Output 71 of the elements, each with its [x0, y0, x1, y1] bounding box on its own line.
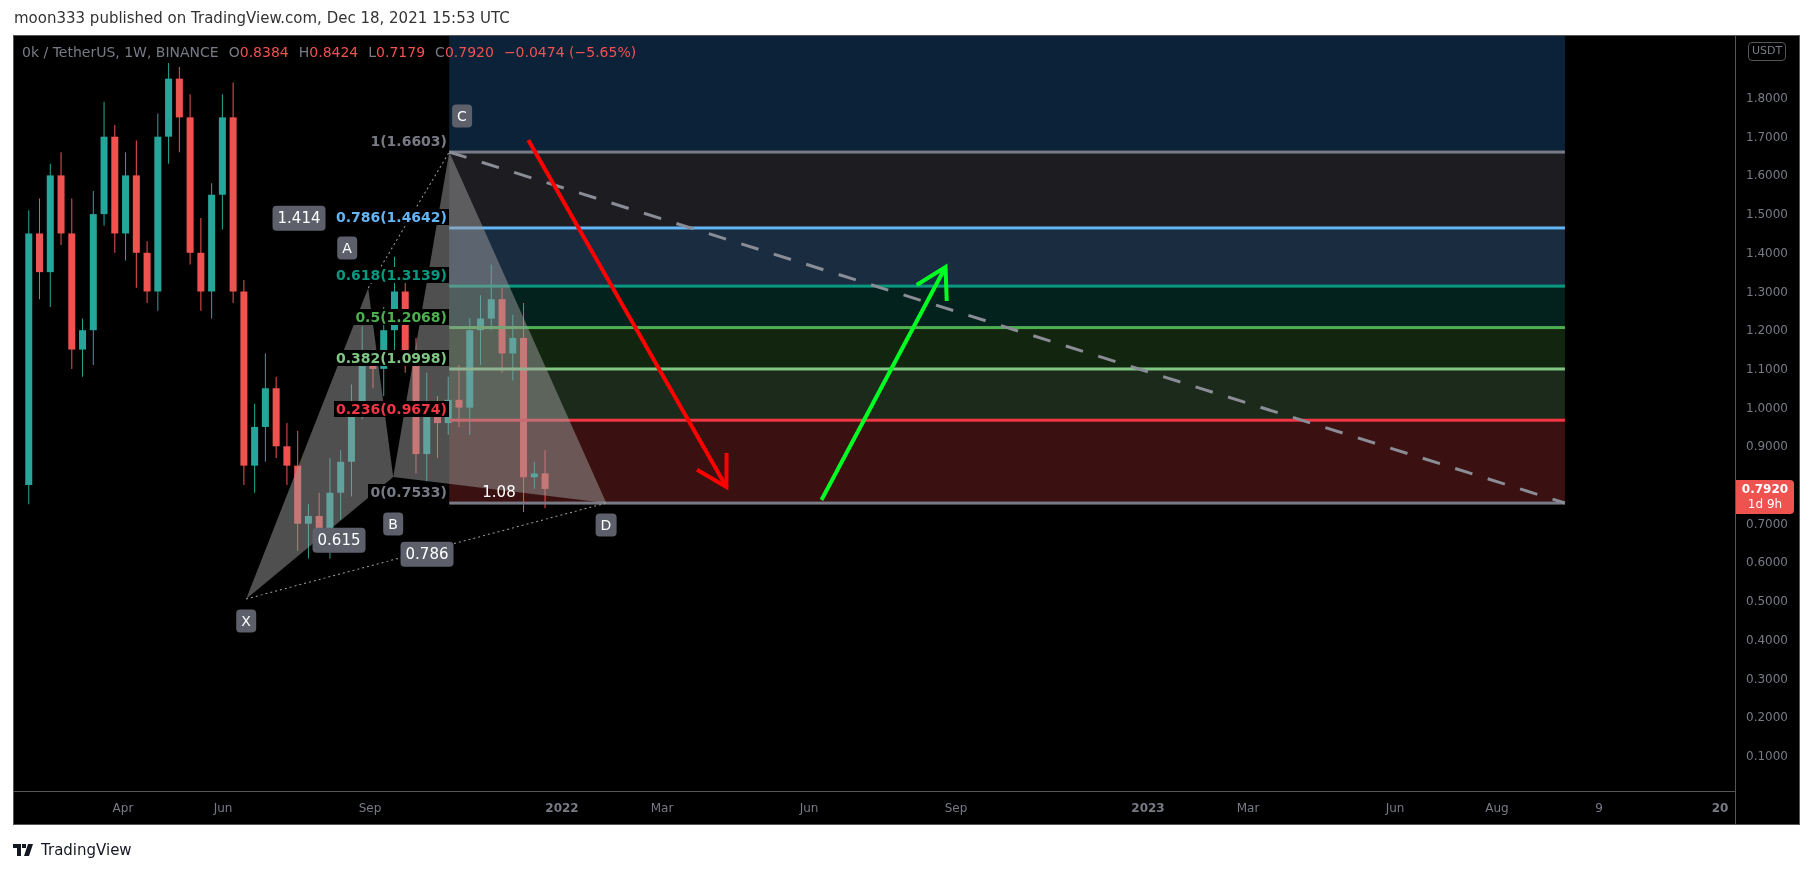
- candle: [541, 449, 549, 509]
- fib-level-label: 0.5(1.2068): [353, 308, 449, 325]
- time-axis-label: Apr: [112, 800, 134, 817]
- price-axis-label: 0.3000: [1746, 670, 1788, 688]
- candle: [79, 318, 87, 378]
- candle: [283, 422, 291, 486]
- ratio-label: 1.414: [272, 205, 326, 231]
- candle: [304, 503, 312, 560]
- time-axis-label: Sep: [944, 800, 968, 817]
- fib-level-label: 0.382(1.0998): [333, 349, 449, 366]
- candle: [509, 314, 517, 381]
- ohlc-key: L: [368, 42, 377, 63]
- time-axis-label: 2023: [1131, 800, 1165, 817]
- price-axis-label: 0.6000: [1746, 554, 1788, 572]
- price-axis-label: 1.3000: [1746, 283, 1788, 301]
- price-axis-label: 1.7000: [1746, 128, 1788, 146]
- ohlc-value: 0.8384: [239, 43, 289, 62]
- ohlc-key: C: [435, 42, 445, 63]
- pattern-point-label: A: [337, 236, 357, 260]
- pattern-point-label: C: [452, 104, 472, 128]
- price-axis-label: 0.7000: [1746, 515, 1788, 533]
- ohlc-value: 0.8424: [309, 43, 359, 62]
- time-axis-label: Sep: [358, 800, 382, 817]
- time-axis-label: Mar: [1236, 800, 1260, 817]
- price-axis-label: 1.4000: [1746, 244, 1788, 262]
- candle: [455, 364, 463, 428]
- candle: [143, 240, 151, 304]
- bar-countdown: 1d 9h: [1747, 497, 1783, 512]
- ratio-label: 0.615: [312, 527, 366, 553]
- time-axis-label: Mar: [650, 800, 674, 817]
- fib-level-label: 0.618(1.3139): [333, 267, 449, 284]
- price-axis-label: 0.4000: [1746, 631, 1788, 649]
- fib-level-label: 0.786(1.4642): [333, 208, 449, 225]
- currency-badge[interactable]: USDT: [1748, 42, 1787, 61]
- ohlc-key: O: [228, 42, 240, 63]
- pattern-point-label: D: [595, 513, 617, 537]
- fib-level-label: 0.236(0.9674): [333, 401, 449, 418]
- time-axis-label: Jun: [213, 800, 233, 817]
- candle: [530, 461, 538, 490]
- price-axis-label: 1.8000: [1746, 90, 1788, 107]
- price-axis-label: 1.6000: [1746, 167, 1788, 185]
- price-axis-label: 1.5000: [1746, 206, 1788, 224]
- price-axis-label: 0.1000: [1746, 747, 1788, 765]
- time-axis-label: 9: [1595, 800, 1603, 817]
- ohlc-value: 0.7920: [444, 43, 494, 62]
- price-axis-label: 0.9000: [1746, 438, 1788, 456]
- pattern-point-label: B: [383, 512, 403, 536]
- price-axis-label: 0.2000: [1746, 709, 1788, 727]
- price-axis-label: 0.5000: [1746, 593, 1788, 611]
- price-change: −0.0474 (−5.65%): [503, 43, 637, 62]
- brand-name: TradingView: [41, 840, 132, 861]
- ohlc-value: 0.7179: [376, 43, 426, 62]
- ratio-label: 0.786: [400, 541, 454, 567]
- price-axis-label: 1.2000: [1746, 322, 1788, 340]
- symbol-label: 0k / TetherUS, 1W, BINANCE: [22, 42, 219, 63]
- tradingview-logo-icon: [13, 844, 35, 857]
- candle: [337, 449, 345, 521]
- time-axis-label: Aug: [1485, 800, 1509, 817]
- candle: [487, 263, 495, 331]
- time-axis-label: Jun: [1385, 800, 1405, 817]
- fib-level-label: 0(0.7533): [368, 484, 449, 501]
- pattern-point-label: X: [236, 609, 256, 633]
- time-axis-label: 20: [1711, 800, 1729, 817]
- price-axis-label: 1.0000: [1746, 399, 1788, 417]
- time-axis-label: Jun: [799, 800, 819, 817]
- last-price: 0.7920: [1741, 482, 1789, 497]
- time-axis-label: 2022: [545, 800, 579, 817]
- price-axis-label: 1.1000: [1746, 360, 1788, 378]
- ohlc-key: H: [298, 42, 310, 63]
- publish-info: moon333 published on TradingView.com, Dec 18, 2021 15:53 UTC: [14, 7, 510, 29]
- ratio-label: 1.08: [481, 481, 517, 503]
